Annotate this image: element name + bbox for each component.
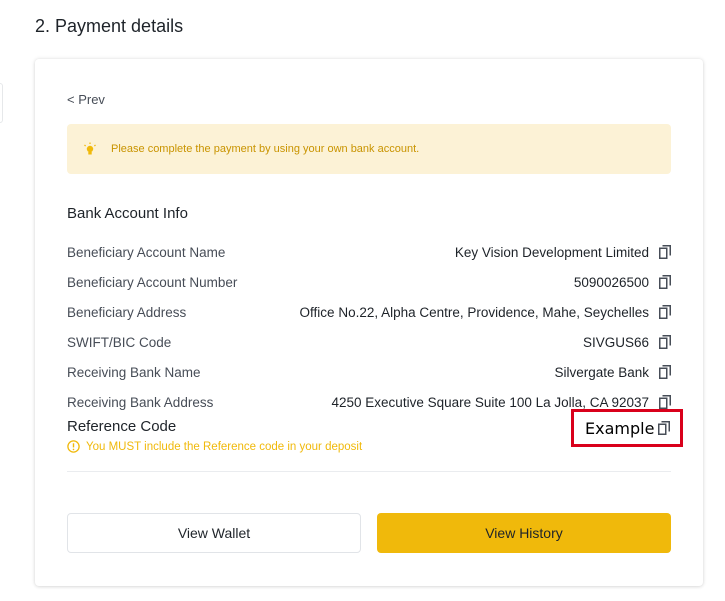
copy-icon[interactable] — [659, 335, 671, 349]
row-value: 4250 Executive Square Suite 100 La Jolla… — [331, 394, 649, 410]
left-panel-edge — [0, 83, 3, 123]
notice-message: Please complete the payment by using you… — [111, 143, 420, 155]
divider — [67, 471, 671, 472]
bank-row-bank-name: Receiving Bank Name Silvergate Bank — [67, 357, 671, 387]
reference-warning: You MUST include the Reference code in y… — [67, 440, 362, 453]
row-value: Silvergate Bank — [554, 364, 649, 380]
reference-code-highlight: Example — [571, 409, 683, 447]
row-value: Key Vision Development Limited — [454, 244, 649, 260]
copy-icon[interactable] — [659, 305, 671, 319]
row-label: SWIFT/BIC Code — [67, 334, 172, 350]
bank-row-address: Beneficiary Address Office No.22, Alpha … — [67, 297, 671, 327]
row-label: Receiving Bank Address — [67, 394, 214, 410]
row-label: Beneficiary Account Number — [67, 274, 238, 290]
view-wallet-button[interactable]: View Wallet — [67, 513, 361, 553]
row-label: Receiving Bank Name — [67, 364, 201, 380]
row-value: 5090026500 — [573, 274, 649, 290]
payment-card: < Prev Please complete the payment by us… — [35, 59, 703, 586]
prev-link[interactable]: < Prev — [67, 92, 105, 107]
bank-row-swift: SWIFT/BIC Code SIVGUS66 — [67, 327, 671, 357]
row-value: SIVGUS66 — [582, 334, 649, 350]
copy-icon[interactable] — [659, 245, 671, 259]
bank-info-list: Beneficiary Account Name Key Vision Deve… — [67, 237, 671, 417]
copy-icon[interactable] — [659, 365, 671, 379]
lightbulb-icon — [84, 142, 96, 155]
copy-icon[interactable] — [659, 275, 671, 289]
bank-row-account-number: Beneficiary Account Number 5090026500 — [67, 267, 671, 297]
copy-icon[interactable] — [658, 421, 670, 435]
notice-banner: Please complete the payment by using you… — [67, 124, 671, 174]
bank-row-account-name: Beneficiary Account Name Key Vision Deve… — [67, 237, 671, 267]
info-circle-icon — [67, 440, 80, 453]
view-history-button[interactable]: View History — [377, 513, 671, 553]
row-label: Beneficiary Account Name — [67, 244, 226, 260]
section-title: 2. Payment details — [35, 16, 184, 36]
reference-warning-text: You MUST include the Reference code in y… — [86, 440, 363, 453]
reference-code-value: Example — [585, 418, 655, 438]
copy-icon[interactable] — [659, 395, 671, 409]
bank-info-title: Bank Account Info — [67, 205, 188, 222]
row-label: Beneficiary Address — [67, 304, 187, 320]
row-value: Office No.22, Alpha Centre, Providence, … — [299, 304, 649, 320]
